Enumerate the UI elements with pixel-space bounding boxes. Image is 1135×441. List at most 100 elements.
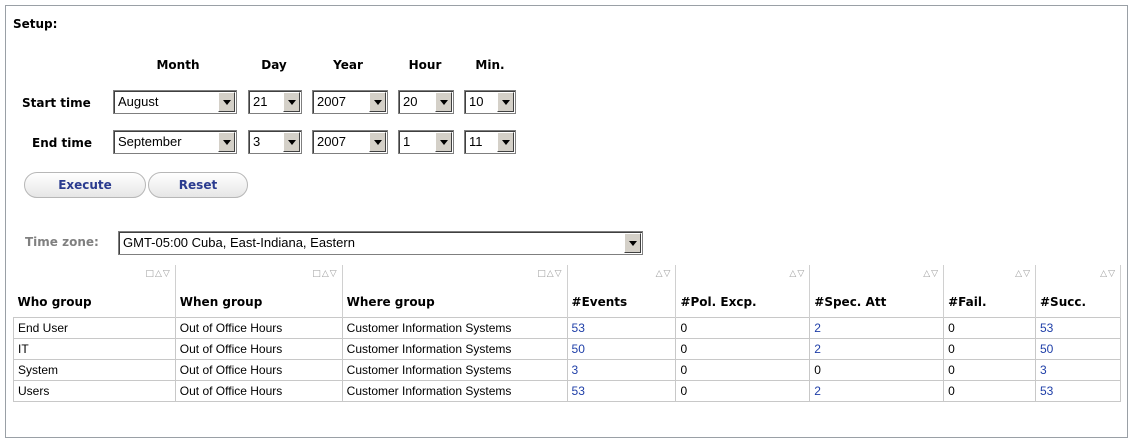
filter-icon: □ — [537, 269, 547, 279]
chevron-down-icon[interactable] — [283, 132, 300, 152]
sort-asc-icon: △ — [1100, 269, 1109, 279]
sort-desc-icon: ▽ — [1108, 269, 1116, 279]
cell-when: Out of Office Hours — [174, 317, 343, 339]
sort-icons[interactable]: △▽ — [789, 269, 805, 279]
cell-where: Customer Information Systems — [341, 317, 568, 339]
end-month-select[interactable]: September — [113, 130, 237, 154]
cell-events-link[interactable]: 3 — [566, 359, 677, 381]
cell-succ-link[interactable]: 50 — [1035, 338, 1121, 360]
cell-when: Out of Office Hours — [174, 380, 343, 402]
reset-button[interactable]: Reset — [148, 172, 248, 198]
sort-icons[interactable]: △▽ — [1100, 269, 1116, 279]
filter-sort-icons[interactable]: □△▽ — [145, 269, 170, 279]
end-min-value: 11 — [469, 134, 483, 149]
min-header: Min. — [475, 58, 505, 72]
cell-events-link[interactable]: 50 — [566, 338, 677, 360]
cell-where: Customer Information Systems — [341, 380, 568, 402]
start-min-value: 10 — [469, 94, 484, 109]
cell-where: Customer Information Systems — [341, 359, 568, 381]
col-header-where-group[interactable]: Where group □△▽ — [342, 265, 568, 318]
start-day-value: 21 — [253, 94, 268, 109]
table-header-row: Who group □△▽ When group □△▽ Where group □△… — [13, 265, 1121, 318]
table-row: Users Out of Office Hours Customer Infor… — [13, 380, 1121, 402]
filter-icon: □ — [312, 269, 322, 279]
cell-who: End User — [13, 317, 176, 339]
sort-icons[interactable]: △▽ — [1015, 269, 1031, 279]
table-row: System Out of Office Hours Customer Info… — [13, 359, 1121, 381]
setup-title: Setup: — [13, 17, 58, 31]
table-row: IT Out of Office Hours Customer Informat… — [13, 338, 1121, 360]
filter-sort-icons[interactable]: □△▽ — [312, 269, 337, 279]
cell-spec-att-link[interactable]: 2 — [809, 317, 945, 339]
cell-pol-excp: 0 — [675, 338, 811, 360]
start-day-select[interactable]: 21 — [248, 90, 302, 114]
time-zone-label: Time zone: — [25, 235, 99, 249]
cell-when: Out of Office Hours — [174, 359, 343, 381]
execute-button[interactable]: Execute — [24, 172, 146, 198]
cell-succ-link[interactable]: 3 — [1035, 359, 1121, 381]
cell-who: Users — [13, 380, 176, 402]
chevron-down-icon[interactable] — [369, 92, 386, 112]
chevron-down-icon[interactable] — [497, 132, 514, 152]
end-year-value: 2007 — [317, 134, 346, 149]
sort-asc-icon: △ — [546, 269, 555, 279]
cell-fail: 0 — [943, 338, 1036, 360]
results-table: Who group □△▽ When group □△▽ Where group □△… — [13, 265, 1121, 402]
sort-desc-icon: ▽ — [329, 269, 338, 279]
chevron-down-icon[interactable] — [497, 92, 514, 112]
filter-icon: □ — [145, 269, 155, 279]
chevron-down-icon[interactable] — [435, 92, 452, 112]
start-year-select[interactable]: 2007 — [312, 90, 388, 114]
cell-events-link[interactable]: 53 — [566, 317, 677, 339]
start-hour-select[interactable]: 20 — [398, 90, 454, 114]
chevron-down-icon[interactable] — [435, 132, 452, 152]
start-min-select[interactable]: 10 — [464, 90, 516, 114]
chevron-down-icon[interactable] — [369, 132, 386, 152]
end-day-select[interactable]: 3 — [248, 130, 302, 154]
sort-icons[interactable]: △▽ — [923, 269, 939, 279]
end-year-select[interactable]: 2007 — [312, 130, 388, 154]
sort-asc-icon: △ — [655, 269, 664, 279]
sort-asc-icon: △ — [923, 269, 932, 279]
cell-spec-att-link[interactable]: 2 — [809, 380, 945, 402]
cell-succ-link[interactable]: 53 — [1035, 317, 1121, 339]
col-header-fail[interactable]: #Fail. △▽ — [943, 265, 1036, 318]
cell-when: Out of Office Hours — [174, 338, 343, 360]
cell-where: Customer Information Systems — [341, 338, 568, 360]
chevron-down-icon[interactable] — [218, 132, 235, 152]
cell-spec-att: 0 — [809, 359, 945, 381]
chevron-down-icon[interactable] — [218, 92, 235, 112]
sort-desc-icon: ▽ — [162, 269, 171, 279]
col-header-succ[interactable]: #Succ. △▽ — [1035, 265, 1121, 318]
col-header-who-group[interactable]: Who group □△▽ — [13, 265, 176, 318]
cell-fail: 0 — [943, 359, 1036, 381]
start-month-value: August — [118, 94, 159, 109]
cell-spec-att-link[interactable]: 2 — [809, 338, 945, 360]
chevron-down-icon[interactable] — [283, 92, 300, 112]
end-hour-select[interactable]: 1 — [398, 130, 454, 154]
end-min-select[interactable]: 11 — [464, 130, 516, 154]
cell-succ-link[interactable]: 53 — [1035, 380, 1121, 402]
end-day-value: 3 — [253, 134, 261, 149]
cell-fail: 0 — [943, 317, 1036, 339]
sort-asc-icon: △ — [1015, 269, 1024, 279]
start-year-value: 2007 — [317, 94, 346, 109]
col-header-pol-excp[interactable]: #Pol. Excp. △▽ — [675, 265, 811, 318]
sort-desc-icon: ▽ — [931, 269, 940, 279]
time-zone-select[interactable]: GMT-05:00 Cuba, East-Indiana, Eastern — [118, 231, 643, 255]
end-hour-value: 1 — [403, 134, 411, 149]
sort-asc-icon: △ — [321, 269, 330, 279]
start-month-select[interactable]: August — [113, 90, 237, 114]
col-header-events[interactable]: #Events △▽ — [567, 265, 677, 318]
col-header-when-group[interactable]: When group □△▽ — [175, 265, 343, 318]
filter-sort-icons[interactable]: □△▽ — [537, 269, 562, 279]
sort-icons[interactable]: △▽ — [656, 269, 672, 279]
sort-desc-icon: ▽ — [797, 269, 806, 279]
end-month-value: September — [118, 134, 182, 149]
col-header-spec-att[interactable]: #Spec. Att △▽ — [809, 265, 945, 318]
start-hour-value: 20 — [403, 94, 418, 109]
start-time-label: Start time — [22, 96, 91, 110]
chevron-down-icon[interactable] — [624, 233, 641, 253]
table-row: End User Out of Office Hours Customer In… — [13, 317, 1121, 339]
cell-events-link[interactable]: 53 — [566, 380, 677, 402]
